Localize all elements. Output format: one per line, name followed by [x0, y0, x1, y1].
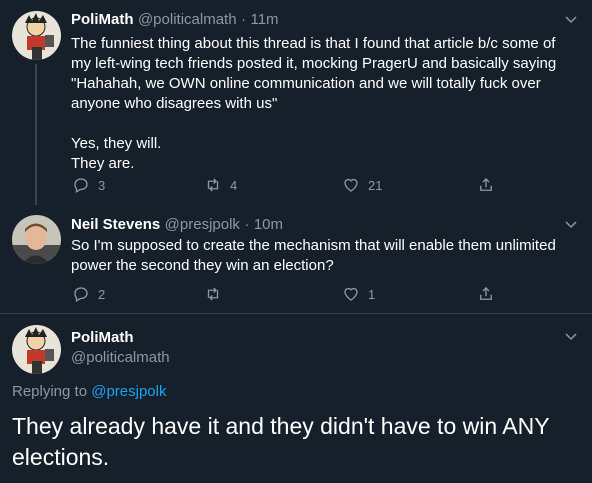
tweet-2[interactable]: Neil Stevens @presjpolk · 10m So I'm sup… [0, 205, 592, 313]
author-handle[interactable]: @presjpolk [165, 216, 240, 233]
focused-tweet: PoliMath @politicalmath Replying to @pre… [0, 314, 592, 483]
retweet-button[interactable] [204, 285, 230, 303]
tweet-line: They are. [71, 155, 135, 172]
retweet-button[interactable]: 4 [204, 176, 237, 194]
reply-button[interactable]: 2 [72, 285, 105, 303]
reply-count: 3 [98, 177, 106, 193]
author-handle[interactable]: @politicalmath [138, 11, 237, 28]
author-name[interactable]: PoliMath [71, 328, 170, 348]
avatar-image [12, 11, 61, 60]
chevron-down-icon[interactable] [563, 11, 579, 27]
tweet-line: The funniest thing about this thread is … [71, 35, 556, 52]
heart-icon [344, 287, 358, 301]
tweet-actions: 3 4 21 [72, 176, 512, 196]
tweet-header: Neil Stevens @presjpolk · 10m [71, 216, 283, 234]
timestamp[interactable]: 10m [254, 216, 283, 233]
share-button[interactable] [477, 176, 503, 194]
like-button[interactable]: 1 [342, 285, 375, 303]
tweet-line [71, 114, 581, 134]
heart-icon [344, 178, 358, 192]
timestamp[interactable]: 11m [250, 11, 278, 28]
author-block: PoliMath @politicalmath [71, 328, 170, 368]
tweet-line: elections. [12, 444, 110, 470]
reply-count: 2 [98, 286, 106, 302]
tweet-line: anyone who disagrees with us" [71, 95, 278, 112]
separator: · [244, 216, 250, 233]
retweet-icon [207, 287, 219, 301]
tweet-text: The funniest thing about this thread is … [71, 34, 581, 174]
author-handle[interactable]: @politicalmath [71, 348, 170, 368]
author-name[interactable]: PoliMath [71, 11, 134, 28]
author-name[interactable]: Neil Stevens [71, 216, 160, 233]
tweet-1[interactable]: PoliMath @politicalmath · 11m The funnie… [0, 0, 592, 205]
tweet-line: Yes, they will. [71, 135, 162, 152]
retweet-count: 4 [230, 177, 238, 193]
retweet-icon [207, 178, 219, 192]
share-icon [480, 178, 492, 191]
separator: · [241, 11, 247, 28]
avatar-neil-stevens[interactable] [12, 215, 61, 264]
share-button[interactable] [477, 285, 503, 303]
reply-icon [74, 178, 88, 193]
like-button[interactable]: 21 [342, 176, 382, 194]
focused-tweet-text: They already have it and they didn't hav… [12, 411, 582, 473]
tweet-line: power the second they win an election? [71, 257, 334, 274]
avatar-image [12, 325, 61, 374]
replying-to: Replying to @presjpolk [12, 383, 166, 400]
thread-connector [35, 64, 37, 205]
tweet-header: PoliMath @politicalmath · 11m [71, 11, 279, 29]
tweet-line: They already have it and they didn't hav… [12, 413, 550, 439]
like-count: 21 [368, 177, 383, 193]
reply-icon [74, 287, 88, 302]
avatar-polimath[interactable] [12, 11, 61, 60]
reply-button[interactable]: 3 [72, 176, 105, 194]
avatar-image [12, 215, 61, 264]
tweet-line: So I'm supposed to create the mechanism … [71, 237, 556, 254]
tweet-text: So I'm supposed to create the mechanism … [71, 236, 581, 276]
share-icon [480, 287, 492, 300]
like-count: 1 [368, 286, 376, 302]
tweet-line: my left-wing tech friends posted it, moc… [71, 55, 557, 72]
tweet-line: "Hahahah, we OWN online communication an… [71, 75, 541, 92]
replying-to-link[interactable]: @presjpolk [91, 383, 166, 400]
chevron-down-icon[interactable] [563, 216, 579, 232]
avatar-polimath[interactable] [12, 325, 61, 374]
tweet-actions: 2 1 [72, 285, 512, 305]
replying-prefix: Replying to [12, 383, 88, 400]
chevron-down-icon[interactable] [563, 328, 579, 344]
